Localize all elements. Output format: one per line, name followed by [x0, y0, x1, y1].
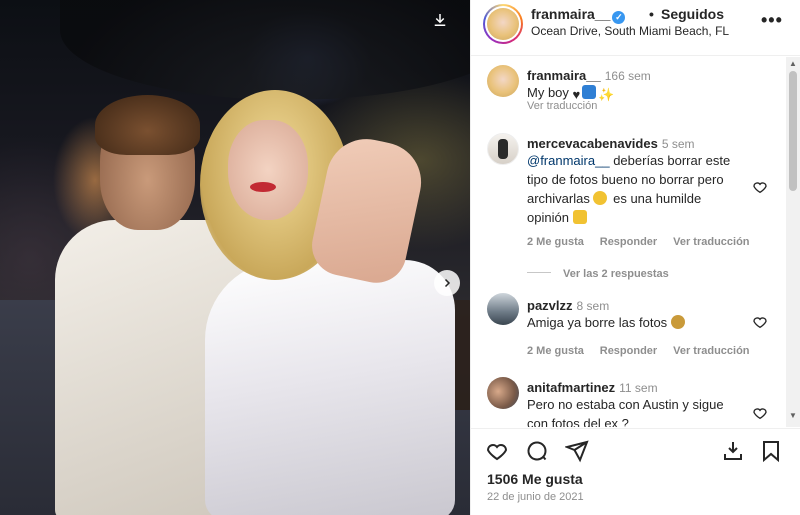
photo-umbrella	[60, 0, 470, 100]
more-options-icon[interactable]: •••	[761, 10, 783, 31]
comments-scrollbar[interactable]: ▲ ▼	[786, 57, 800, 427]
comment-username[interactable]: anitafmartinez	[527, 380, 615, 395]
comment-header: anitafmartinez 11 sem	[527, 379, 658, 395]
author-avatar[interactable]	[483, 4, 523, 44]
post-location[interactable]: Ocean Drive, South Miami Beach, FL	[531, 24, 729, 38]
comment-time[interactable]: 5 sem	[662, 137, 695, 151]
comment-likes[interactable]: 2 Me gusta	[527, 345, 584, 357]
view-replies-button[interactable]: Ver las 2 respuestas	[527, 264, 669, 280]
photo-man-hair	[95, 95, 200, 155]
likes-count[interactable]: 1506 Me gusta	[487, 471, 583, 487]
next-photo-button[interactable]	[434, 270, 460, 296]
share-icon[interactable]	[565, 439, 589, 463]
photo-lips	[250, 182, 276, 192]
save-download-icon[interactable]	[721, 439, 745, 463]
translate-link[interactable]: Ver traducción	[673, 236, 749, 248]
comment-text: Pero no estaba con Austin y sigue con fo…	[527, 397, 724, 427]
scrollbar-thumb[interactable]	[789, 71, 797, 191]
comment-likes[interactable]: 2 Me gusta	[527, 236, 584, 248]
comments-list[interactable]: franmaira__ 166 sem My boy ♥ ✨ Ver traducc…	[471, 57, 800, 427]
like-icon[interactable]	[485, 439, 509, 463]
chevron-right-icon	[444, 278, 451, 288]
black-heart-icon: ♥	[572, 87, 581, 102]
praying-hands-icon	[572, 210, 587, 224]
post-side-panel: franmaira__ ✓ • Seguidos Ocean Drive, Sou…	[470, 0, 800, 515]
post-date[interactable]: 22 de junio de 2021	[487, 491, 584, 503]
sad-face-icon	[593, 191, 608, 205]
caption-avatar[interactable]	[487, 65, 519, 97]
header-separator: •	[649, 6, 654, 22]
comment-username[interactable]: pazvlzz	[527, 298, 573, 313]
caption-time[interactable]: 166 sem	[605, 69, 651, 83]
comment-time[interactable]: 8 sem	[577, 299, 610, 313]
shopping-bags-icon	[582, 85, 597, 99]
download-icon[interactable]	[428, 8, 452, 32]
follow-status-button[interactable]: Seguidos	[661, 6, 724, 22]
comment-mention[interactable]: @franmaira__	[527, 153, 610, 168]
reply-button[interactable]: Responder	[600, 345, 657, 357]
like-comment-icon[interactable]	[752, 179, 768, 195]
comment-icon[interactable]	[525, 439, 549, 463]
post-actions: 1506 Me gusta 22 de junio de 2021	[471, 428, 800, 515]
comment-header: pazvlzz 8 sem	[527, 297, 609, 313]
comment-avatar[interactable]	[487, 377, 519, 409]
replies-line	[527, 272, 551, 273]
comment-header: mercevacabenavides 5 sem	[527, 135, 695, 151]
comment-time[interactable]: 11 sem	[619, 381, 657, 395]
sparkles-icon: ✨	[598, 87, 615, 102]
comment-meta: 2 Me gusta Responder Ver traducción	[527, 232, 750, 248]
verified-badge-icon: ✓	[612, 11, 626, 24]
post-photo[interactable]	[0, 0, 470, 515]
post-header: franmaira__ ✓ • Seguidos Ocean Drive, Sou…	[471, 0, 800, 56]
money-bag-icon	[670, 315, 685, 329]
bookmark-icon[interactable]	[759, 439, 783, 463]
photo-woman-dress	[205, 260, 455, 515]
like-comment-icon[interactable]	[752, 405, 768, 421]
scroll-up-icon[interactable]: ▲	[789, 59, 797, 68]
reply-button[interactable]: Responder	[600, 236, 657, 248]
comment-text: Amiga ya borre las fotos	[527, 313, 687, 332]
comment-meta: 2 Me gusta Responder Ver traducción	[527, 341, 750, 357]
photo-woman-face	[228, 120, 308, 220]
author-username[interactable]: franmaira__ ✓	[531, 6, 626, 24]
comment-avatar[interactable]	[487, 293, 519, 325]
caption: franmaira__ 166 sem	[527, 67, 651, 83]
comment-avatar[interactable]	[487, 133, 519, 165]
comment-text: @franmaira__ deberías borrar este tipo d…	[527, 153, 731, 225]
comment-username[interactable]: mercevacabenavides	[527, 136, 658, 151]
translate-link[interactable]: Ver traducción	[673, 345, 749, 357]
caption-translate-link[interactable]: Ver traducción	[527, 100, 597, 112]
caption-username[interactable]: franmaira__	[527, 68, 601, 83]
like-comment-icon[interactable]	[752, 314, 768, 330]
scroll-down-icon[interactable]: ▼	[789, 411, 797, 420]
